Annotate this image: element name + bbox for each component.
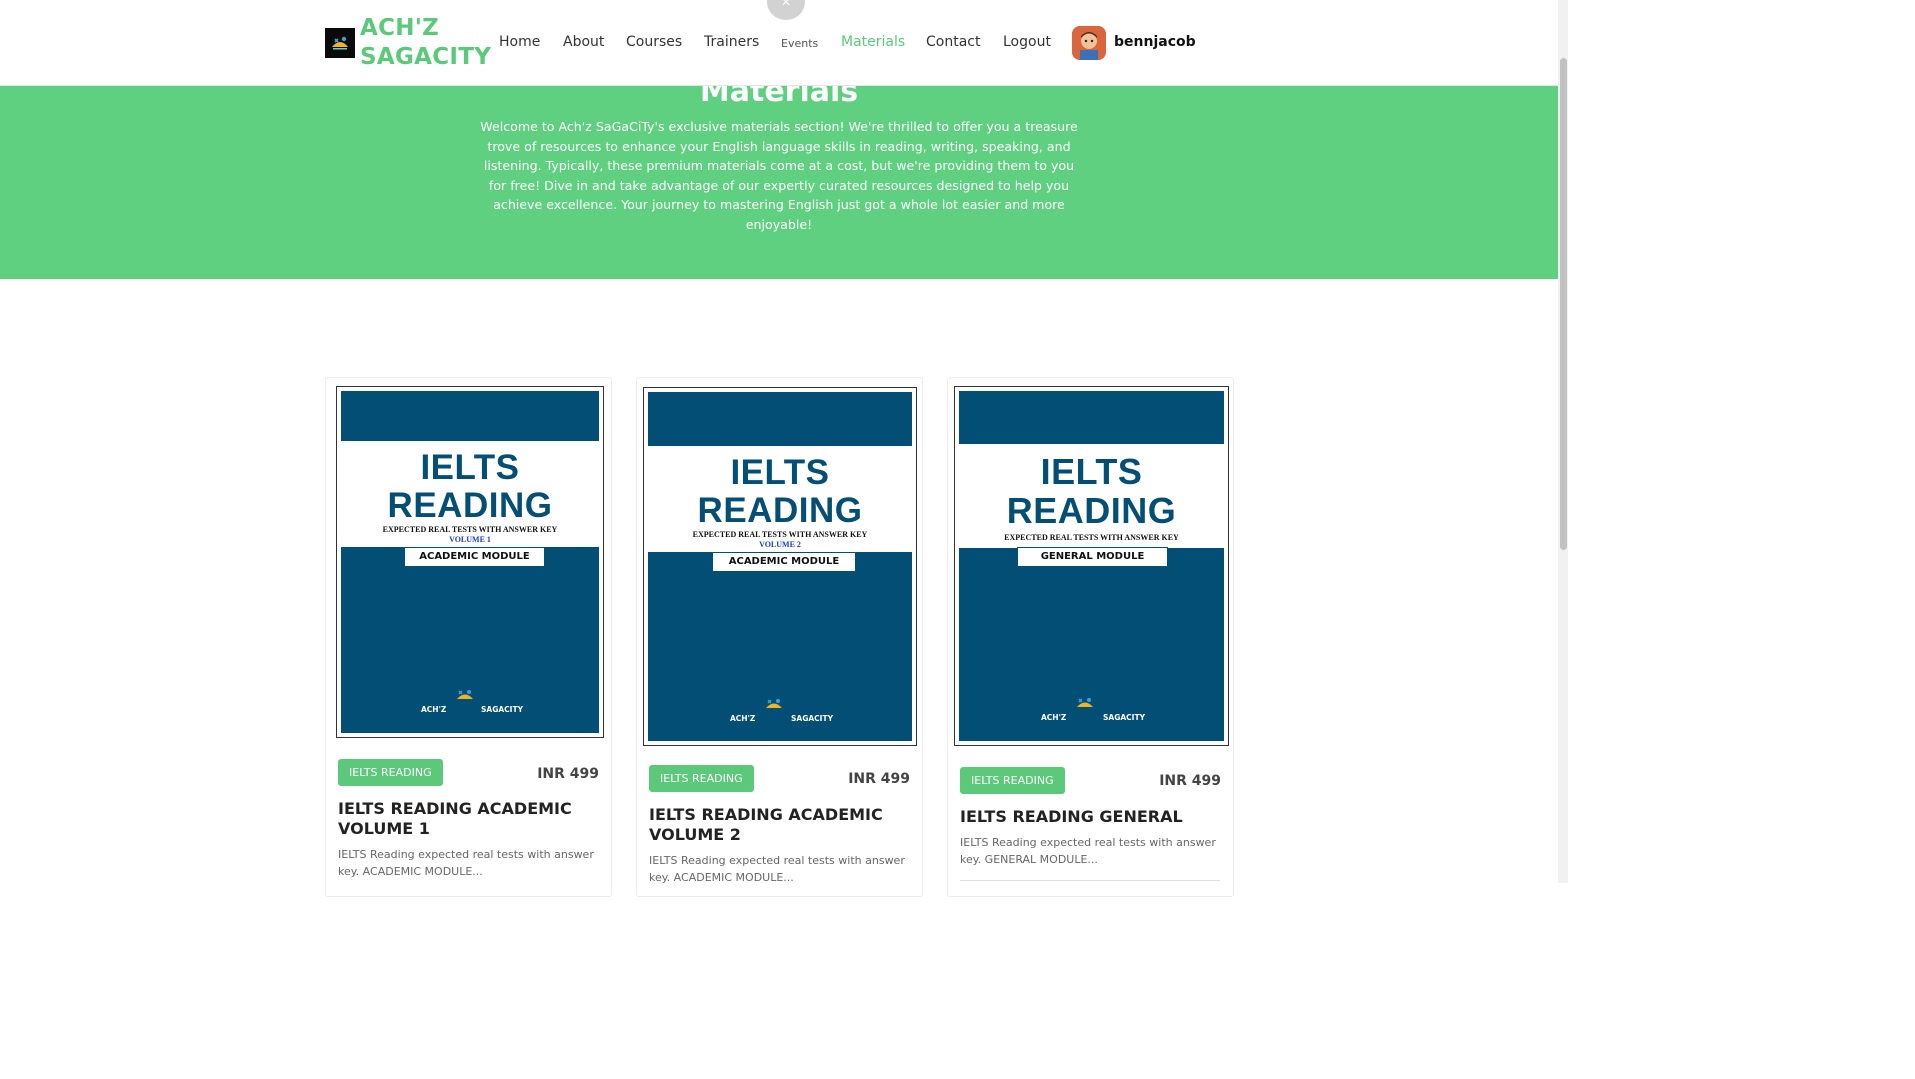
material-card[interactable]: IELTS READING EXPECTED REAL TESTS WITH A…	[636, 377, 923, 897]
cover-module-label: ACADEMIC MODULE	[404, 547, 545, 567]
cover-brand-right: SAGACITY	[1103, 713, 1146, 722]
cover-logo-icon	[1077, 698, 1093, 707]
username[interactable]: bennjacob	[1114, 34, 1196, 50]
cover-brand-left: ACH'Z	[421, 705, 447, 714]
cover-logo-icon	[457, 690, 473, 699]
nav-materials[interactable]: Materials	[841, 34, 905, 50]
cover-title-line1: IELTS	[1040, 451, 1143, 492]
price: INR 499	[848, 771, 910, 787]
cover-brand-right: SAGACITY	[791, 714, 834, 723]
card-title[interactable]: IELTS READING GENERAL	[960, 807, 1220, 827]
price: INR 499	[1159, 773, 1221, 789]
book-cover[interactable]: IELTS READING EXPECTED REAL TESTS WITH A…	[643, 387, 917, 746]
book-cover-image: IELTS READING EXPECTED REAL TESTS WITH A…	[959, 391, 1224, 741]
hero-banner: Materials Welcome to Ach'z SaGaCiTy's ex…	[0, 86, 1558, 279]
cover-module-label: ACADEMIC MODULE	[712, 552, 856, 572]
cover-brand-left: ACH'Z	[730, 714, 756, 723]
card-description: IELTS Reading expected real tests with a…	[649, 854, 905, 884]
cover-title-line1: IELTS	[730, 453, 830, 492]
cover-module-label: GENERAL MODULE	[1017, 547, 1168, 567]
cover-logo-icon	[766, 699, 782, 708]
category-tag[interactable]: IELTS READING	[960, 767, 1065, 794]
book-cover[interactable]: IELTS READING EXPECTED REAL TESTS WITH A…	[336, 386, 604, 738]
price: INR 499	[537, 766, 599, 782]
page-scrollbar[interactable]	[1558, 0, 1568, 883]
brand-name-line2: SAGACITY	[360, 44, 492, 70]
scrollbar-thumb[interactable]	[1560, 58, 1567, 550]
cover-title-line2: READING	[387, 485, 553, 525]
nav-logout[interactable]: Logout	[1003, 34, 1051, 50]
nav-about[interactable]: About	[563, 34, 604, 50]
book-cover[interactable]: IELTS READING EXPECTED REAL TESTS WITH A…	[954, 386, 1229, 746]
user-avatar[interactable]	[1072, 26, 1106, 60]
hero-description: Welcome to Ach'z SaGaCiTy's exclusive ma…	[480, 119, 1078, 232]
brand-name-line1: ACH'Z	[360, 15, 440, 41]
material-card[interactable]: IELTS READING EXPECTED REAL TESTS WITH A…	[325, 377, 612, 897]
brand-name[interactable]: ACH'Z SAGACITY	[360, 14, 491, 72]
page-title: Materials	[699, 86, 859, 109]
cover-subtitle: EXPECTED REAL TESTS WITH ANSWER KEY	[692, 530, 868, 539]
nav-home[interactable]: Home	[499, 34, 540, 50]
material-card[interactable]: IELTS READING EXPECTED REAL TESTS WITH A…	[947, 377, 1234, 897]
cover-brand-right: SAGACITY	[481, 705, 524, 714]
cover-title-line1: IELTS	[420, 448, 520, 487]
card-divider	[960, 880, 1220, 881]
card-description: IELTS Reading expected real tests with a…	[960, 836, 1216, 866]
nav-events[interactable]: Events	[781, 37, 818, 50]
card-description: IELTS Reading expected real tests with a…	[338, 848, 594, 878]
cover-subtitle: EXPECTED REAL TESTS WITH ANSWER KEY	[1004, 533, 1179, 542]
cover-volume: VOLUME 1	[449, 535, 491, 544]
book-cover-image: IELTS READING EXPECTED REAL TESTS WITH A…	[341, 391, 599, 733]
card-title[interactable]: IELTS READING ACADEMIC VOLUME 1	[338, 799, 598, 839]
cover-title-line2: READING	[1006, 489, 1177, 531]
nav-trainers[interactable]: Trainers	[704, 34, 759, 50]
category-tag[interactable]: IELTS READING	[338, 759, 443, 786]
cover-volume: VOLUME 2	[759, 540, 801, 549]
book-cover-image: IELTS READING EXPECTED REAL TESTS WITH A…	[648, 392, 912, 741]
cover-title-line2: READING	[697, 490, 863, 530]
cover-subtitle: EXPECTED REAL TESTS WITH ANSWER KEY	[382, 525, 558, 534]
cover-brand-left: ACH'Z	[1041, 713, 1067, 722]
nav-courses[interactable]: Courses	[626, 34, 682, 50]
nav-contact[interactable]: Contact	[926, 34, 980, 50]
card-title[interactable]: IELTS READING ACADEMIC VOLUME 2	[649, 805, 909, 845]
category-tag[interactable]: IELTS READING	[649, 765, 754, 792]
logo-icon[interactable]	[325, 28, 355, 58]
